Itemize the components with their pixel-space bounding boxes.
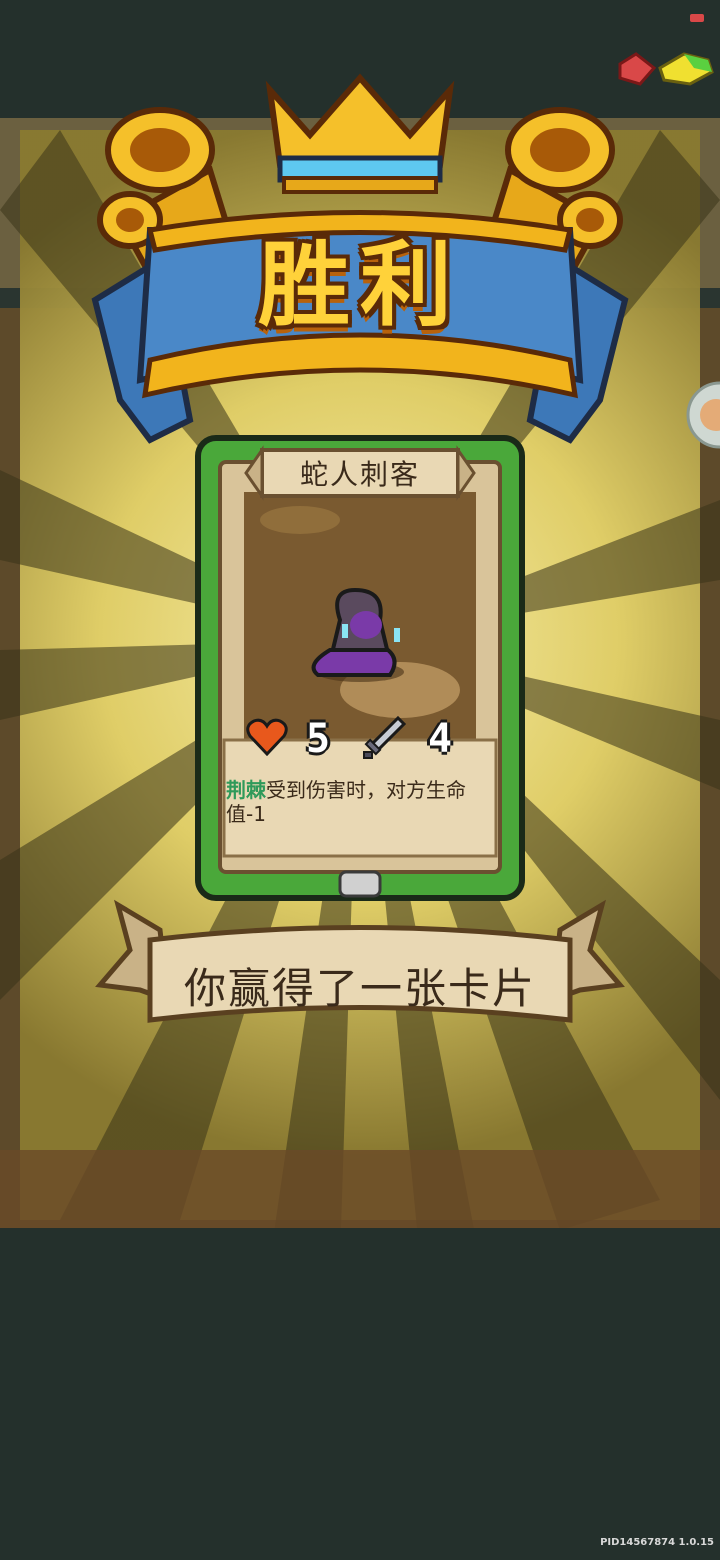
tap-to-continue-area[interactable]: [0, 0, 720, 1560]
game-screen: 胜利 蛇人刺客 5 4 荆棘受到伤害时，对方生命值-1 你赢得了一张卡片 PID…: [0, 0, 720, 1560]
